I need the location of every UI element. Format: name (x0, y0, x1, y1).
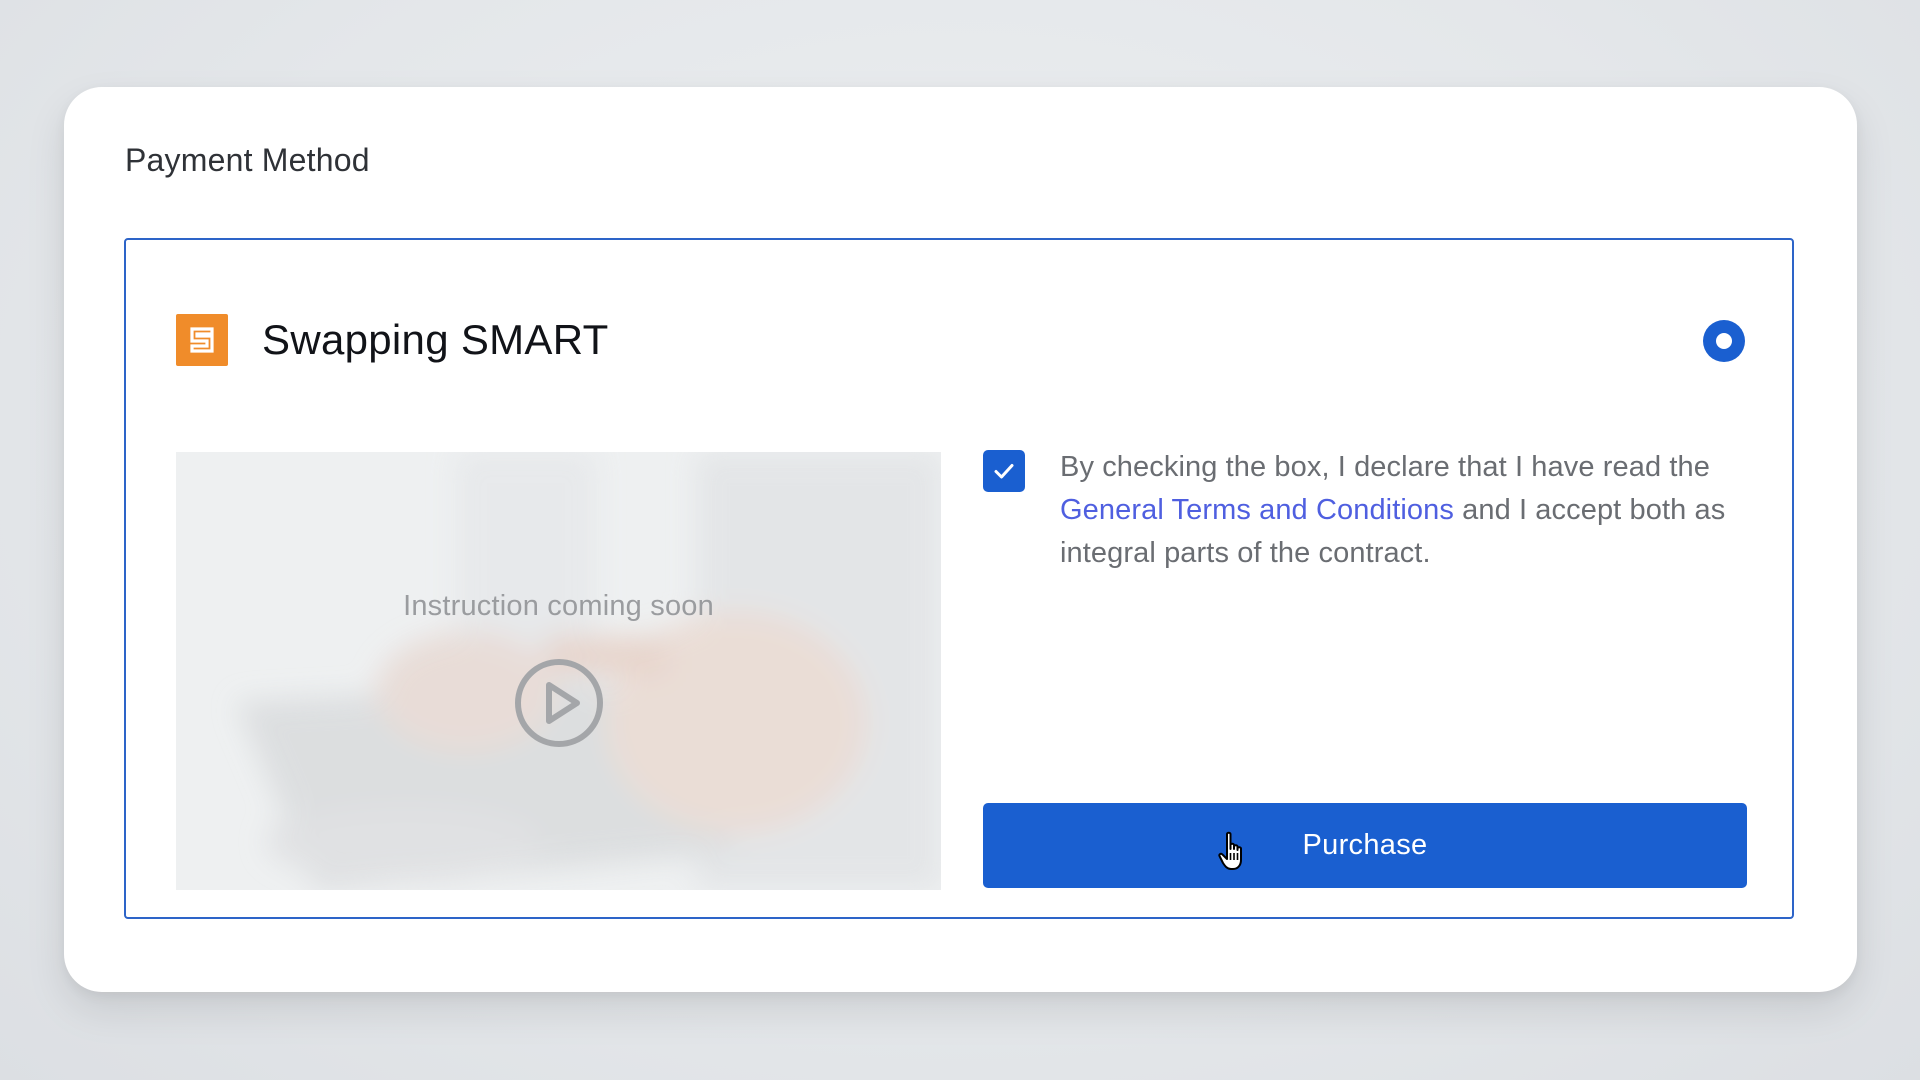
terms-text-before: By checking the box, I declare that I ha… (1060, 451, 1710, 483)
radio-selected-dot (1716, 333, 1732, 349)
terms-checkbox[interactable] (983, 450, 1025, 492)
checkmark-icon (994, 464, 1014, 479)
terms-statement: By checking the box, I declare that I ha… (1060, 446, 1750, 575)
payment-method-name: Swapping SMART (262, 316, 609, 363)
card-title: Payment Method (125, 142, 370, 178)
swapping-smart-logo-icon (176, 314, 228, 366)
terms-and-conditions-link[interactable]: General Terms and Conditions (1060, 494, 1454, 526)
purchase-button[interactable]: Purchase (983, 803, 1747, 888)
play-icon[interactable] (513, 657, 605, 749)
payment-method-radio[interactable] (1703, 320, 1745, 362)
payment-option-swapping-smart[interactable]: Swapping SMART Instruction coming soon B… (124, 238, 1794, 919)
instruction-video-thumbnail[interactable]: Instruction coming soon (176, 452, 941, 890)
payment-method-card: Payment Method Swapping SMART Instructio… (64, 87, 1857, 992)
video-caption: Instruction coming soon (403, 590, 714, 622)
